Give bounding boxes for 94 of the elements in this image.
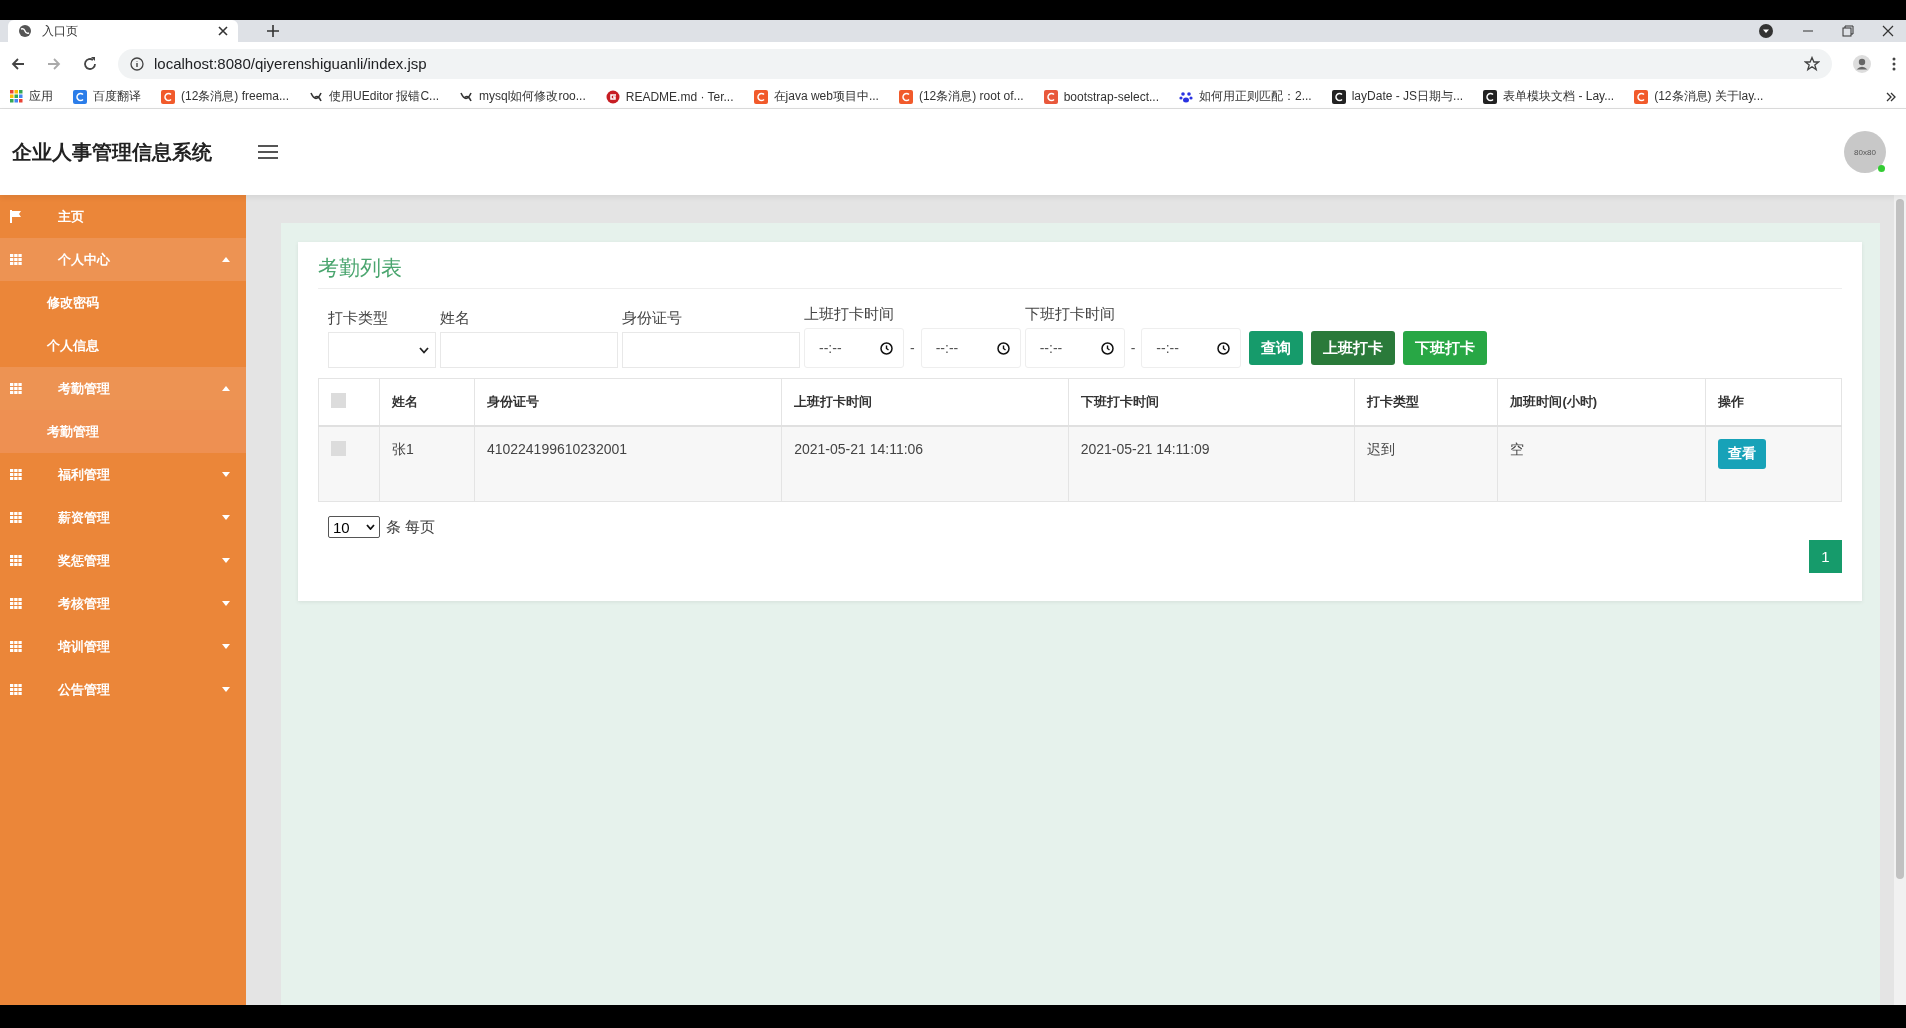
site-logo-icon xyxy=(898,89,913,104)
table-cell: 迟到 xyxy=(1354,426,1498,502)
grid-icon xyxy=(10,641,22,652)
search-button[interactable]: 查询 xyxy=(1249,331,1304,365)
caret-icon xyxy=(222,257,230,262)
caret-icon xyxy=(222,472,230,477)
table-cell: 410224199610232001 xyxy=(474,426,782,502)
apps-grid-icon xyxy=(10,90,23,103)
bookmark[interactable]: 如何用正则匹配：2... xyxy=(1179,88,1312,105)
chevron-down-icon xyxy=(419,346,429,354)
table-cell: 张1 xyxy=(379,426,475,502)
bookmark[interactable]: 百度翻译 xyxy=(73,88,141,105)
bookmark[interactable]: mysql如何修改roo... xyxy=(459,88,586,105)
grid-icon xyxy=(10,512,22,523)
chevron-down-icon xyxy=(366,524,375,530)
filter-label: 上班打卡时间 xyxy=(804,305,895,324)
caret-icon xyxy=(222,515,230,520)
range-separator: - xyxy=(1130,340,1136,356)
time-field[interactable]: --:-- xyxy=(804,328,904,368)
time-field[interactable]: --:-- xyxy=(920,328,1021,368)
clock-icon xyxy=(880,341,893,355)
menu-icon[interactable] xyxy=(258,145,278,159)
bookmark[interactable]: 使用UEditor 报错C... xyxy=(309,88,440,105)
new-tab-icon[interactable] xyxy=(266,24,280,38)
clock-icon xyxy=(1100,341,1114,355)
globe-icon xyxy=(18,24,32,38)
caret-icon xyxy=(222,644,230,649)
bookmark[interactable]: bootstrap-select... xyxy=(1043,89,1159,104)
profile-dropdown-icon[interactable] xyxy=(1758,23,1774,39)
time-field[interactable]: --:-- xyxy=(1141,328,1242,368)
paw-icon xyxy=(1179,89,1193,104)
caret-icon xyxy=(222,386,230,391)
site-logo-icon xyxy=(753,89,768,104)
range-separator: - xyxy=(910,340,915,356)
caret-icon xyxy=(222,687,230,692)
checkbox[interactable] xyxy=(331,393,346,408)
bookmark[interactable]: 应用 xyxy=(10,88,53,105)
clock-icon xyxy=(1217,341,1231,355)
site-logo-icon xyxy=(1634,89,1649,104)
checkbox[interactable] xyxy=(331,441,346,456)
menu-icon[interactable] xyxy=(1892,56,1896,71)
clock-button[interactable]: 上班打卡 xyxy=(1311,331,1396,365)
table-cell: 空 xyxy=(1497,426,1706,502)
site-logo-icon xyxy=(161,89,175,104)
close-icon[interactable] xyxy=(1882,25,1894,37)
scrollbar-thumb[interactable] xyxy=(1896,199,1904,879)
account-icon[interactable] xyxy=(1852,53,1872,74)
caret-icon xyxy=(222,601,230,606)
grid-icon xyxy=(10,469,22,480)
close-icon[interactable] xyxy=(218,26,228,36)
back-arrow-icon[interactable] xyxy=(10,55,26,72)
caret-icon xyxy=(222,558,230,563)
bookmark[interactable]: 在java web项目中... xyxy=(753,88,879,105)
app-title: 企业人事管理信息系统 xyxy=(12,139,212,165)
chevron-double-right-icon[interactable] xyxy=(1886,91,1896,102)
browser-tab[interactable]: 入口页 xyxy=(8,20,238,42)
grid-icon xyxy=(10,555,22,566)
bookmark[interactable]: 表单模块文档 - Lay... xyxy=(1483,88,1615,105)
time-field[interactable]: --:-- xyxy=(1024,328,1125,368)
page-size-label: 条 每页 xyxy=(386,517,436,537)
bookmark[interactable]: README.md · Ter... xyxy=(605,89,734,104)
site-logo-icon xyxy=(1483,89,1498,104)
address-field[interactable]: localhost:8080/qiyerenshiguanli/index.jsp xyxy=(118,48,1832,79)
filter-label: 姓名 xyxy=(440,309,471,328)
filter-label: 下班打卡时间 xyxy=(1024,305,1116,324)
restore-icon[interactable] xyxy=(1842,25,1854,37)
bookmark[interactable]: (12条消息) freema... xyxy=(161,88,290,105)
info-icon xyxy=(130,56,144,71)
page-button[interactable]: 1 xyxy=(1809,540,1842,573)
logo-icon xyxy=(605,89,620,104)
table-cell: 2021-05-21 14:11:09 xyxy=(1068,426,1355,502)
bookmark[interactable]: (12条消息) root of... xyxy=(898,88,1024,105)
grid-icon xyxy=(10,254,22,265)
avatar[interactable]: 80x80 xyxy=(1844,131,1886,173)
grid-icon xyxy=(10,383,22,394)
bookmark[interactable]: layDate - JS日期与... xyxy=(1331,88,1464,105)
card-title: 考勤列表 xyxy=(318,254,1842,289)
star-icon[interactable] xyxy=(1804,55,1820,72)
reload-icon[interactable] xyxy=(82,55,98,72)
filter-label: 打卡类型 xyxy=(328,309,389,328)
site-logo-icon xyxy=(73,89,87,104)
clock-icon xyxy=(996,341,1010,355)
bookmark[interactable]: (12条消息) 关于lay... xyxy=(1634,88,1764,105)
filter-label: 身份证号 xyxy=(622,309,683,328)
page-size-select[interactable]: 10 xyxy=(328,516,380,538)
table-cell: 2021-05-21 14:11:06 xyxy=(781,426,1069,502)
flag-icon xyxy=(10,210,22,223)
grid-icon xyxy=(10,684,22,695)
site-logo-icon xyxy=(1043,89,1058,104)
site-logo-icon xyxy=(1331,89,1346,104)
online-status-dot xyxy=(1878,165,1885,172)
tab-title: 入口页 xyxy=(42,22,79,40)
select-field[interactable] xyxy=(328,332,436,368)
grid-icon xyxy=(10,598,22,609)
